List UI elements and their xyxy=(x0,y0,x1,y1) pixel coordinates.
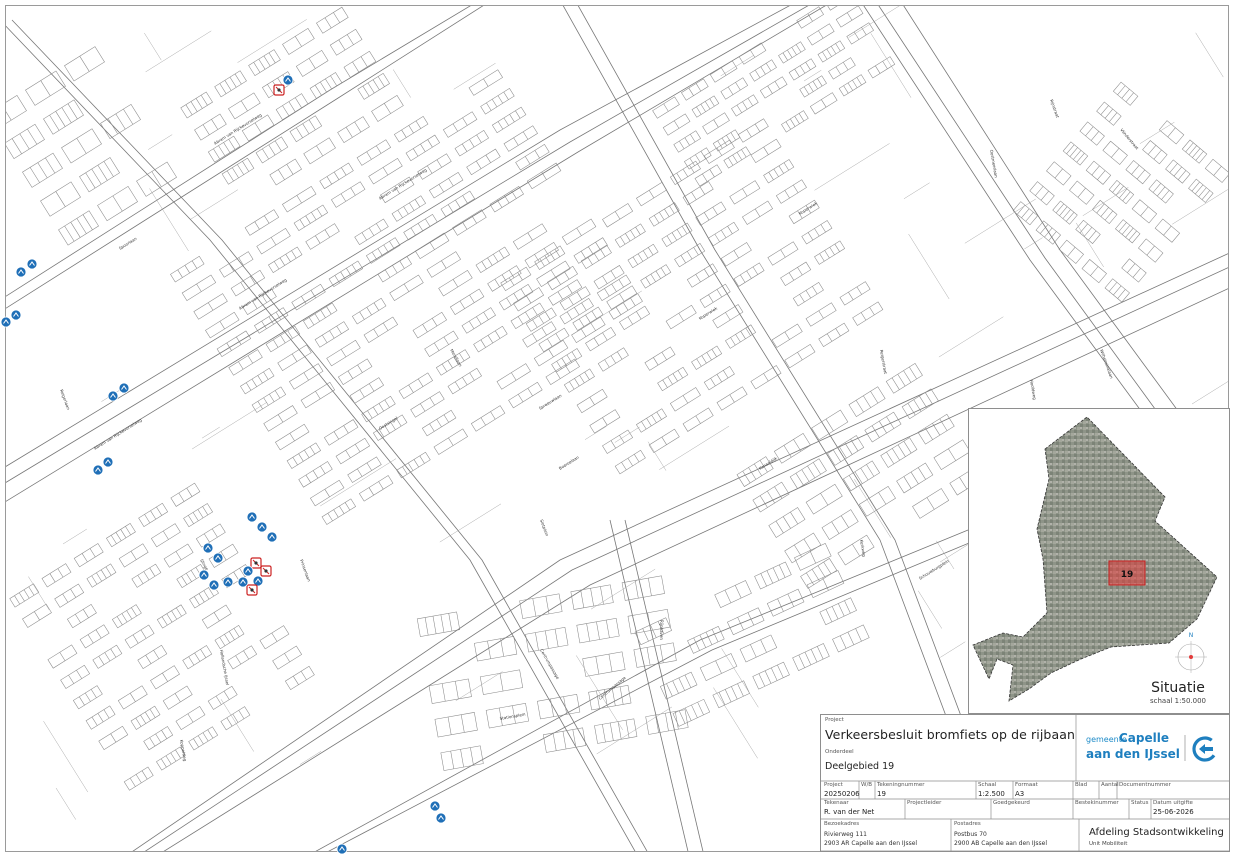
field-formaat-value: A3 xyxy=(1015,790,1025,798)
situatie-inset[interactable]: 19 N xyxy=(968,408,1230,714)
traffic-sign-icon[interactable] xyxy=(256,521,268,533)
street-label: Oostmeerlaan xyxy=(989,149,999,178)
bezoekadres-line1: Rivierweg 111 xyxy=(824,831,867,838)
capelle-logo-icon xyxy=(1192,736,1218,762)
street-label: Rijnstraat xyxy=(1049,99,1060,119)
traffic-sign-icon[interactable] xyxy=(10,309,22,321)
project-title: Verkeersbesluit bromfiets op de rijbaan xyxy=(825,727,1076,742)
traffic-sign-icon[interactable] xyxy=(202,542,214,554)
street-label: Hoofdweg xyxy=(1029,379,1037,400)
north-arrow-icon: N xyxy=(1175,632,1207,673)
subject-value: Deelgebied 19 xyxy=(825,761,895,772)
situatie-scale: schaal 1:50.000 xyxy=(1150,697,1206,705)
field-datum-value: 25-06-2026 xyxy=(1153,808,1194,816)
traffic-sign-icon[interactable] xyxy=(15,266,27,278)
traffic-sign-icon[interactable] xyxy=(208,579,220,591)
street-label: Oostsingel xyxy=(378,415,399,430)
municipality-area xyxy=(972,416,1218,702)
north-label: N xyxy=(1189,632,1194,639)
street-label: Abram van Rijckevorselweg xyxy=(93,417,143,451)
field-tekeningnummer-value: 19 xyxy=(877,790,886,798)
traffic-sign-icon[interactable] xyxy=(118,382,130,394)
field-bestekinummer-label: Bestekinummer xyxy=(1075,800,1119,806)
project-label: Project xyxy=(825,717,844,723)
street-label: Prinsenlaan xyxy=(299,559,312,583)
traffic-sign-icon[interactable] xyxy=(198,569,210,581)
traffic-sign-icon[interactable] xyxy=(222,576,234,588)
title-block: Project Verkeersbesluit bromfiets op de … xyxy=(820,714,1230,852)
field-wb-label: W/B xyxy=(861,782,873,788)
logo-name-line1: Capelle xyxy=(1119,731,1169,745)
subject-label: Onderdeel xyxy=(825,749,854,755)
street-label: Kerkweg xyxy=(859,539,867,557)
traffic-sign-icon[interactable] xyxy=(260,565,272,577)
street-label: Boeroelaan xyxy=(558,454,580,470)
traffic-sign-icon[interactable] xyxy=(250,557,262,569)
street-label: Wilhelminalaan xyxy=(1099,349,1114,380)
unit: Unit Mobiliteit xyxy=(1089,841,1128,847)
traffic-sign-icon[interactable] xyxy=(246,511,258,523)
field-schaal-label: Schaal xyxy=(978,782,997,788)
traffic-sign-icon[interactable] xyxy=(246,584,258,596)
street-label: Spreeuwlaan xyxy=(538,393,563,411)
postadres-line2: 2900 AB Capelle aan den IJssel xyxy=(954,840,1048,847)
traffic-sign-icon[interactable] xyxy=(282,74,294,86)
street-label: Reigerlaan xyxy=(59,389,71,411)
field-formaat-label: Formaat xyxy=(1015,782,1038,788)
traffic-sign-icon[interactable] xyxy=(242,565,254,577)
street-label: Reigerstraat xyxy=(879,349,888,375)
street-label: Centrumpassage xyxy=(539,648,561,680)
street-label: Stationsplein xyxy=(499,711,526,721)
field-datum-label: Datum uitgifte xyxy=(1153,800,1193,806)
traffic-sign-icon[interactable] xyxy=(336,843,348,855)
situatie-map: 19 N xyxy=(972,416,1218,702)
traffic-sign-icon[interactable] xyxy=(26,258,38,270)
field-tekenaar-value: R. van der Net xyxy=(824,808,875,816)
traffic-sign-icon[interactable] xyxy=(0,316,12,328)
field-project-value: 20250206 xyxy=(824,790,860,798)
traffic-sign-icon[interactable] xyxy=(92,464,104,476)
field-projectleider-label: Projectleider xyxy=(907,800,942,806)
postadres-label: Postadres xyxy=(954,821,981,827)
street-label: Slotplein xyxy=(539,519,550,538)
situatie-title: Situatie xyxy=(1151,680,1205,696)
street-label: Koperwiek xyxy=(798,200,819,216)
traffic-sign-icon[interactable] xyxy=(237,576,249,588)
field-goedgekeurd-label: Goedgekeurd xyxy=(993,800,1030,806)
field-schaal-value: 1:2.500 xyxy=(978,790,1005,798)
area-number: 19 xyxy=(1121,570,1134,580)
street-label: Rijnhaven xyxy=(659,620,664,640)
postadres-line1: Postbus 70 xyxy=(954,831,987,838)
street-label: Spoorlaan xyxy=(118,236,138,251)
drawing-sheet: Abram van Rijckevorselweg Abram van Rijck… xyxy=(0,0,1236,859)
street-label: Hollandsche IJssel xyxy=(219,649,230,685)
traffic-sign-icon[interactable] xyxy=(273,84,285,96)
street-label: Abram van Rijckevorselweg xyxy=(238,277,288,311)
traffic-sign-icon[interactable] xyxy=(107,390,119,402)
bezoekadres-line2: 2903 AR Capelle aan den IJssel xyxy=(824,840,918,847)
field-documentnummer-label: Documentnummer xyxy=(1119,782,1171,788)
bezoekadres-label: Bezoekadres xyxy=(824,821,860,827)
field-tekenaar-label: Tekenaar xyxy=(824,800,849,806)
street-label: Merellaan xyxy=(449,348,463,368)
traffic-sign-icon[interactable] xyxy=(266,531,278,543)
field-aantal-label: Aantal xyxy=(1101,782,1119,788)
traffic-sign-icon[interactable] xyxy=(102,456,114,468)
traffic-sign-icon[interactable] xyxy=(429,800,441,812)
street-label: Vlinderstraat xyxy=(1119,127,1140,150)
department: Afdeling Stadsontwikkeling xyxy=(1089,827,1224,838)
field-tekeningnummer-label: Tekeningnummer xyxy=(877,782,925,788)
field-project-label: Project xyxy=(824,782,843,788)
street-label: Kanaaldijk xyxy=(758,455,779,471)
traffic-sign-icon[interactable] xyxy=(435,812,447,824)
logo-name-line2: aan den IJssel xyxy=(1086,747,1180,761)
street-label: Schouwburgplein xyxy=(918,558,950,581)
traffic-signs[interactable] xyxy=(0,74,447,855)
traffic-sign-icon[interactable] xyxy=(212,552,224,564)
field-status-label: Status xyxy=(1131,800,1149,806)
field-blad-label: Blad xyxy=(1075,782,1088,788)
